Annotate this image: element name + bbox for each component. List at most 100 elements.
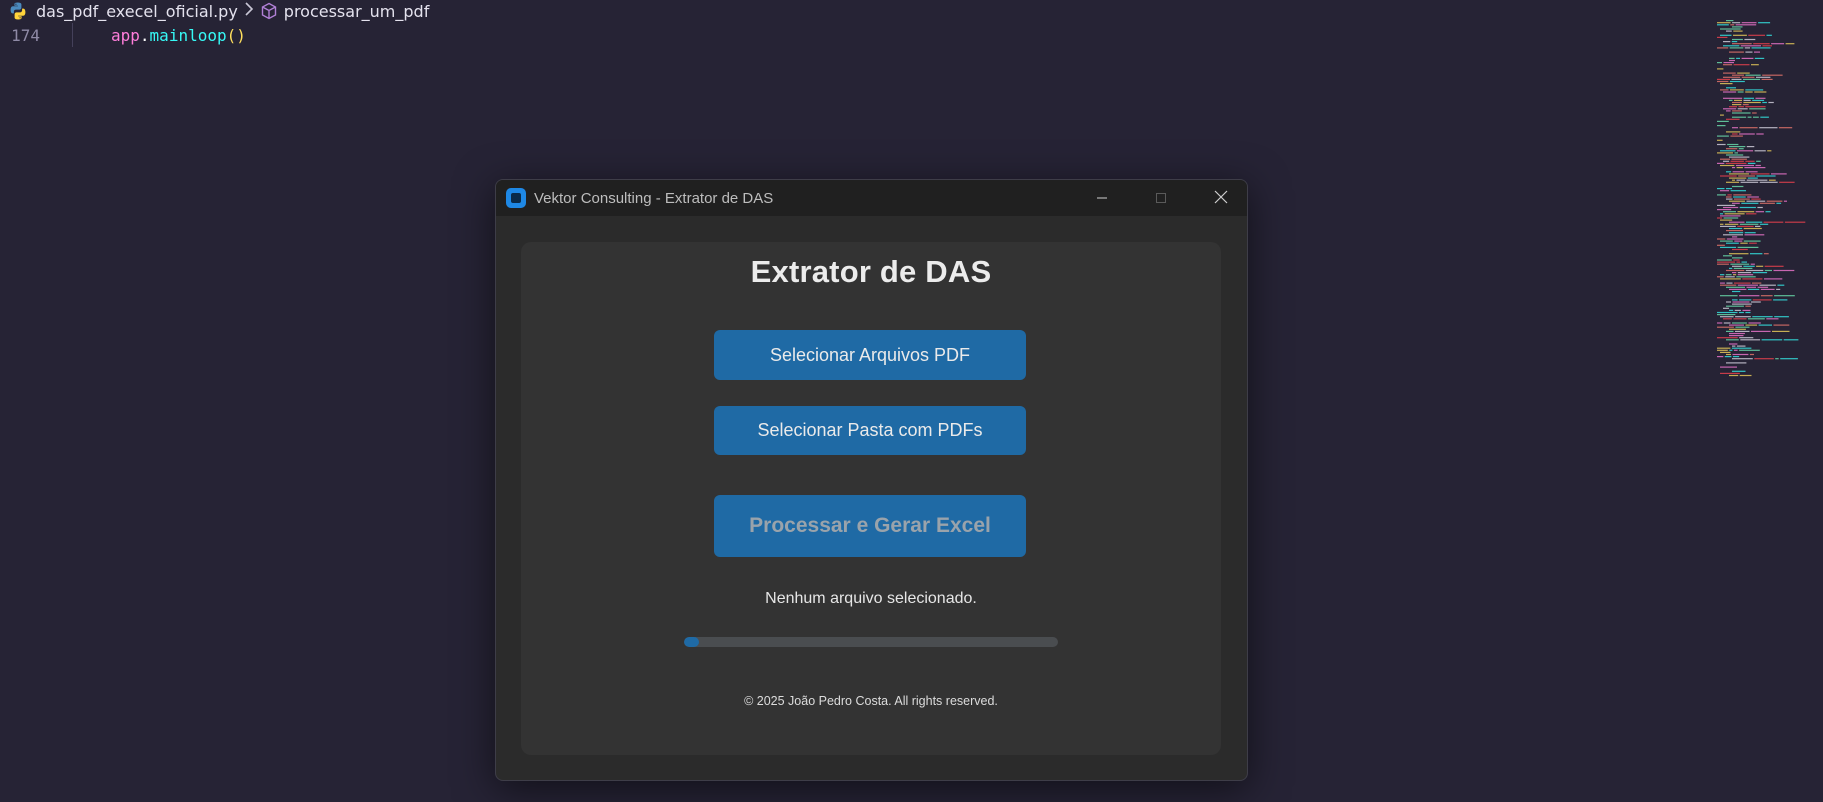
close-button[interactable] [1198,180,1244,216]
minimap-line [1740,45,1761,47]
minimap-line [1752,272,1768,274]
minimap-line [1735,330,1750,332]
select-files-button[interactable]: Selecionar Arquivos PDF [714,330,1026,380]
minimap-line [1717,24,1729,26]
minimap-line [1729,227,1743,230]
select-folder-button[interactable]: Selecionar Pasta com PDFs [714,406,1026,455]
minimap-line [1723,72,1736,74]
maximize-button[interactable] [1138,180,1184,216]
minimap-line [1764,265,1784,267]
minimap-line [1733,318,1747,320]
minimap-line [1737,272,1752,274]
minimize-button[interactable] [1079,180,1125,216]
minimap-line [1720,282,1725,284]
minimap-line [1729,200,1745,202]
minimap-line [1776,202,1782,204]
minimap-line [1723,91,1737,93]
code-text[interactable]: app.mainloop() [111,26,246,45]
minimap-line [1748,322,1761,324]
minimap-line [1734,309,1741,311]
minimap-line [1730,263,1750,265]
minimap-line [1720,215,1741,217]
minimap-line [1732,301,1750,303]
title-bar[interactable]: Vektor Consulting - Extrator de DAS [496,180,1247,216]
minimap-line [1755,211,1764,213]
minimap-line [1726,131,1741,133]
minimap-line [1729,146,1746,148]
close-icon [1214,189,1228,208]
minimap-line [1742,104,1749,106]
minimap-line [1745,305,1751,307]
minimap-line [1733,274,1737,276]
minimap-line [1729,343,1738,345]
minimap-line [1726,301,1731,303]
minimap-line [1717,143,1726,146]
minimap-line [1717,78,1730,80]
minimap-line [1732,38,1743,41]
minimap-line [1754,358,1774,360]
minimap-line [1723,318,1732,320]
minimap-line [1740,242,1748,244]
minimap-line [1745,311,1751,314]
minimap-line [1729,267,1733,269]
minimap-line [1717,217,1723,219]
breadcrumb-symbol[interactable]: processar_um_pdf [284,2,430,21]
minimap-line [1730,160,1744,162]
minimap-line [1746,146,1755,148]
minimap-line [1760,116,1769,118]
minimap-line [1741,57,1754,59]
minimap-line [1777,284,1785,286]
minimap-line [1747,288,1760,290]
minimap-line [1733,267,1753,269]
minimap-line [1732,202,1740,204]
minimap-line [1725,276,1735,278]
minimap-line [1717,347,1731,349]
minimap-line [1768,101,1774,104]
code-method: mainloop [149,25,227,45]
minimap-line [1732,265,1742,267]
minimap-line [1745,106,1766,108]
minimap-line [1720,158,1730,160]
minimap-line [1732,299,1738,301]
minimap-line [1724,213,1745,215]
minimap-line [1717,244,1725,246]
minimap-line [1744,38,1756,41]
minimap-line [1726,269,1745,272]
minimap-line [1726,305,1744,307]
process-button[interactable]: Processar e Gerar Excel [714,495,1026,557]
minimap-line [1759,223,1769,225]
minimap-line [1729,328,1746,330]
minimap-line [1741,22,1757,24]
minimap-line [1749,353,1754,356]
minimap-line [1763,253,1769,255]
minimap-line [1739,127,1758,129]
minimap-line [1751,198,1761,200]
minimap-line [1753,43,1770,45]
minimap-line [1760,288,1775,290]
minimap-line [1732,171,1745,173]
minimap-line [1744,47,1751,49]
minimap-line [1732,43,1752,45]
breadcrumb-file[interactable]: das_pdf_execel_oficial.py [36,2,238,21]
minimap-line [1720,114,1724,116]
minimap-line [1756,133,1764,135]
minimap-line [1768,179,1776,181]
minimap-line [1729,173,1750,175]
code-line[interactable]: 174 app.mainloop() [0,23,400,47]
minimap-line [1723,64,1733,66]
minimap-line [1731,158,1747,160]
minimap-line [1732,322,1747,324]
minimap-line [1731,41,1738,43]
progress-bar [684,637,1058,647]
minimap-line [1761,78,1773,80]
minimap[interactable] [1715,20,1823,380]
minimap-line [1752,299,1772,301]
minimap-line [1726,118,1740,120]
minimap-line [1729,232,1744,234]
minimap-line [1720,219,1733,221]
minimap-line [1725,274,1732,276]
status-text: Nenhum arquivo selecionado. [765,590,977,607]
minimap-line [1730,24,1735,26]
minimap-line [1746,213,1757,215]
minimap-line [1717,356,1724,358]
